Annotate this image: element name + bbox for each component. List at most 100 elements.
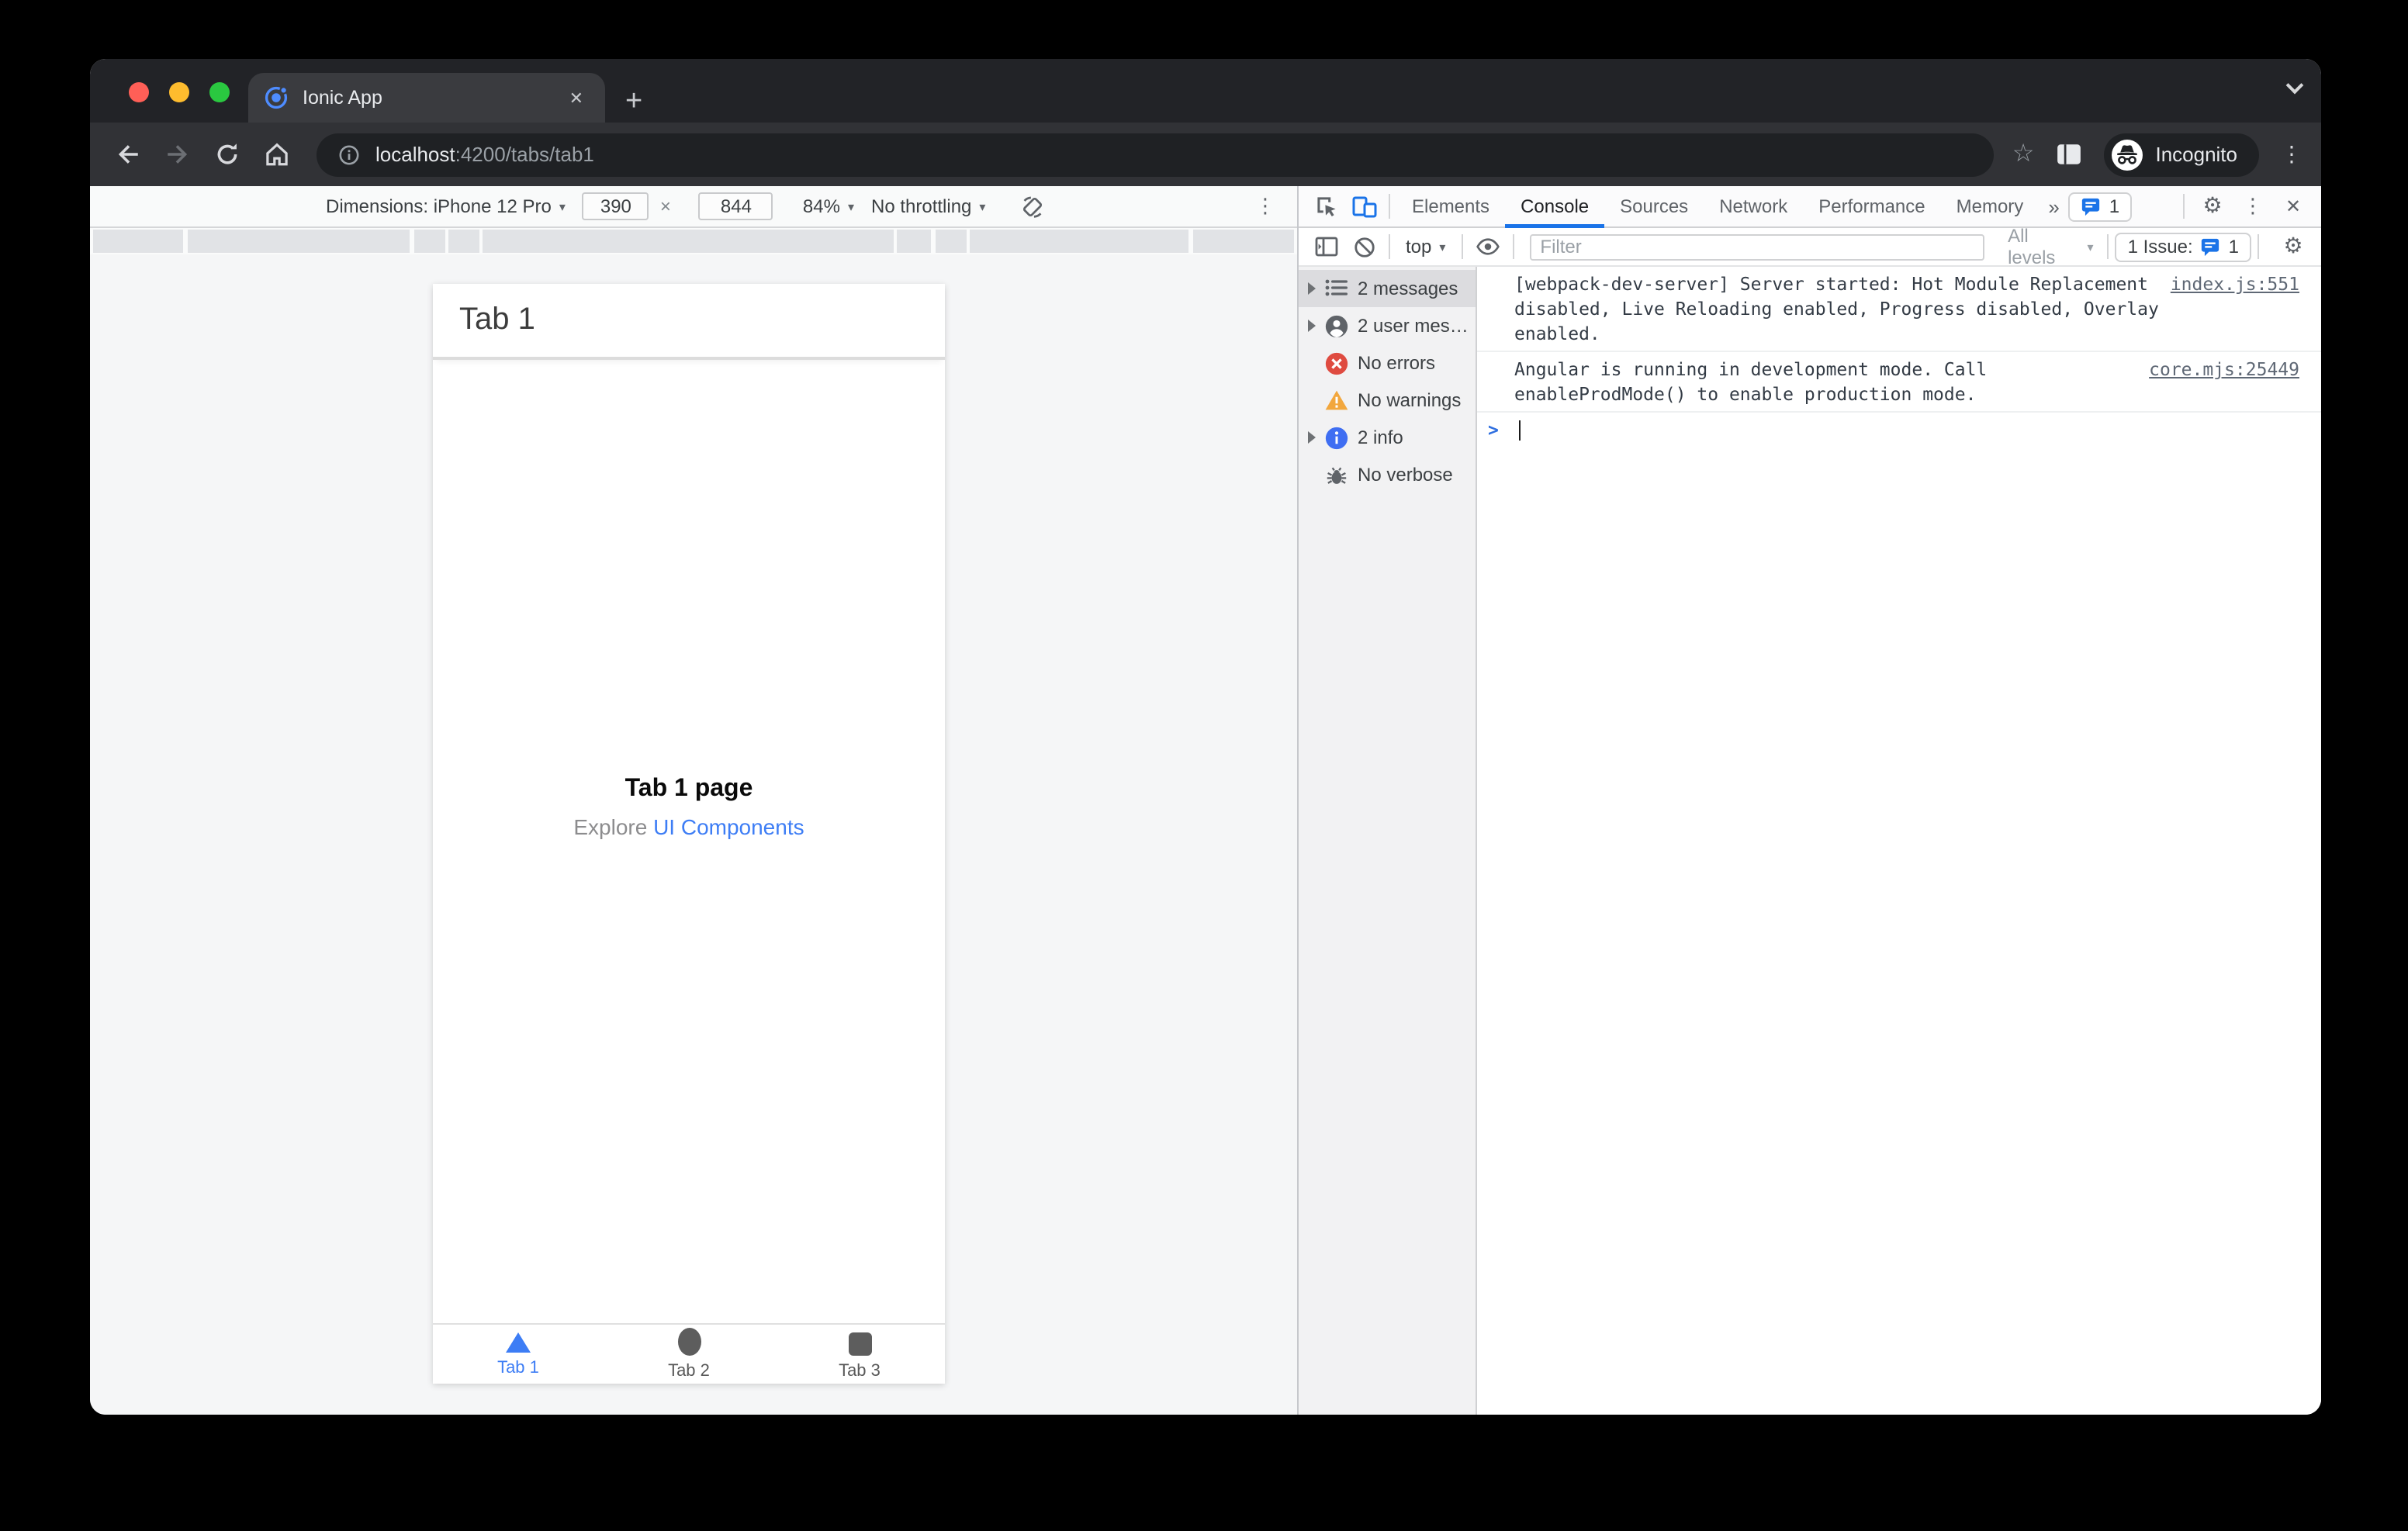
throttling-select[interactable]: No throttling ▾ [871,195,985,217]
clear-console-icon[interactable] [1345,231,1382,262]
app-tab-2[interactable]: Tab 2 [604,1325,774,1384]
sidebar-item-label: 2 user mes… [1358,315,1469,337]
sidebar-item-errors[interactable]: No errors [1299,344,1476,382]
tab-elements[interactable]: Elements [1396,185,1505,227]
tab-title: Ionic App [303,87,382,109]
sidebar-item-warnings[interactable]: No warnings [1299,382,1476,419]
forward-button[interactable] [157,134,197,175]
close-window-button[interactable] [129,82,149,102]
tab-strip: Ionic App ✕ + [90,59,2321,123]
tab-network[interactable]: Network [1704,185,1803,227]
incognito-label: Incognito [2155,143,2237,166]
throttling-value: No throttling [871,195,972,217]
console-sidebar: 2 messages 2 user mes… No errors No warn… [1299,267,1477,1415]
device-select[interactable]: Dimensions: iPhone 12 Pro ▾ [326,195,566,217]
divider [1389,234,1390,259]
app-tab-1[interactable]: Tab 1 [433,1325,604,1384]
tab-sources[interactable]: Sources [1604,185,1704,227]
issues-button-text: 1 Issue: [2127,236,2193,257]
info-icon [1325,426,1348,449]
settings-gear-icon[interactable]: ⚙ [2194,191,2231,222]
live-expression-eye-icon[interactable] [1469,231,1506,262]
app-content: Tab 1 page Explore UI Components [433,326,945,1289]
log-levels-select[interactable]: All levels ▾ [2000,225,2102,268]
divider [1389,194,1390,219]
new-tab-button[interactable]: + [625,87,642,116]
site-info-icon[interactable] [338,143,360,165]
sidebar-item-label: 2 messages [1358,278,1458,299]
console-message: [webpack-dev-server] Server started: Hot… [1477,267,2321,352]
console-settings-gear-icon[interactable]: ⚙ [2275,231,2312,262]
user-icon [1325,314,1348,337]
list-icon [1325,277,1348,300]
zoom-window-button[interactable] [209,82,230,102]
console-message: Angular is running in development mode. … [1477,352,2321,413]
sidebar-item-all-messages[interactable]: 2 messages [1299,270,1476,307]
zoom-select[interactable]: 84% ▾ [803,195,854,217]
devtools-panel: Elements Console Sources Network Perform… [1297,186,2321,1415]
issues-counter-button[interactable]: 1 [2068,192,2133,221]
minimize-window-button[interactable] [169,82,189,102]
console-message-text: [webpack-dev-server] Server started: Hot… [1514,273,2159,344]
inspect-element-icon[interactable] [1308,191,1345,222]
side-panel-icon[interactable] [2056,143,2082,166]
toggle-device-toolbar-icon[interactable] [1345,191,1382,222]
console-source-link[interactable]: core.mjs:25449 [2149,357,2299,382]
ellipse-icon [677,1328,701,1356]
tab-console[interactable]: Console [1505,185,1604,227]
expand-triangle-icon[interactable] [1305,320,1319,332]
divider [2258,234,2259,259]
device-toolbar-kebab-icon[interactable]: ⋮ [1255,195,1275,218]
issue-bubble-icon [2202,237,2219,256]
sidebar-item-user-messages[interactable]: 2 user mes… [1299,307,1476,344]
page-title: Tab 1 page [624,776,753,802]
emulation-canvas: Tab 1 Tab 1 page Explore UI Components T… [90,254,1297,1415]
app-tab-label: Tab 2 [668,1362,710,1381]
toolbar-right-icons: ☆ Incognito ⋮ [2012,133,2302,176]
tab-performance[interactable]: Performance [1803,185,1940,227]
tab-memory[interactable]: Memory [1941,185,2040,227]
sidebar-item-info[interactable]: 2 info [1299,419,1476,456]
devtools-tab-bar: Elements Console Sources Network Perform… [1299,186,2321,228]
console-filter-input[interactable] [1529,233,1985,260]
more-tabs-icon[interactable]: » [2039,195,2068,218]
device-select-label: Dimensions: iPhone 12 Pro [326,195,552,217]
expand-triangle-icon[interactable] [1305,282,1319,295]
console-source-link[interactable]: index.js:551 [2171,271,2299,296]
sidebar-item-label: No verbose [1358,464,1453,486]
close-devtools-icon[interactable]: ✕ [2275,191,2312,222]
zoom-value: 84% [802,195,840,217]
viewport-height-input[interactable] [698,192,773,220]
main-area: Dimensions: iPhone 12 Pro ▾ × 84% ▾ No t… [90,186,2321,1415]
issue-bubble-icon [2082,197,2100,216]
bookmark-star-icon[interactable]: ☆ [2012,141,2035,167]
tab-search-chevron-icon[interactable] [2285,76,2304,98]
javascript-context-select[interactable]: top ▾ [1396,236,1455,257]
divider [2183,194,2185,219]
console-issues-button[interactable]: 1 Issue: 1 [2115,232,2251,261]
media-query-bar[interactable] [90,228,1297,254]
toggle-console-sidebar-icon[interactable] [1308,231,1345,262]
screen: Ionic App ✕ + localhost:4200/tabs/tab1 … [0,0,2408,1531]
ui-components-link[interactable]: UI Components [653,814,804,839]
size-separator: × [659,195,671,217]
close-tab-icon[interactable]: ✕ [563,85,590,111]
back-button[interactable] [107,134,147,175]
chevron-down-icon: ▾ [979,199,986,213]
sidebar-item-verbose[interactable]: No verbose [1299,456,1476,493]
rotate-viewport-icon[interactable] [1019,193,1046,219]
reload-button[interactable] [206,134,247,175]
text-cursor [1518,420,1521,441]
console-prompt[interactable]: > [1477,413,2321,441]
browser-tab-ionic-app[interactable]: Ionic App ✕ [248,73,605,123]
address-bar[interactable]: localhost:4200/tabs/tab1 [317,133,1994,176]
home-button[interactable] [256,134,296,175]
app-tab-3[interactable]: Tab 3 [774,1325,945,1384]
expand-triangle-icon[interactable] [1305,431,1319,444]
viewport-width-input[interactable] [582,192,649,220]
devtools-menu-kebab-icon[interactable]: ⋮ [2234,191,2271,222]
console-messages[interactable]: [webpack-dev-server] Server started: Hot… [1477,267,2321,1415]
error-icon [1325,351,1348,375]
browser-menu-kebab-icon[interactable]: ⋮ [2281,142,2302,167]
device-viewport: Tab 1 Tab 1 page Explore UI Components T… [433,284,945,1384]
